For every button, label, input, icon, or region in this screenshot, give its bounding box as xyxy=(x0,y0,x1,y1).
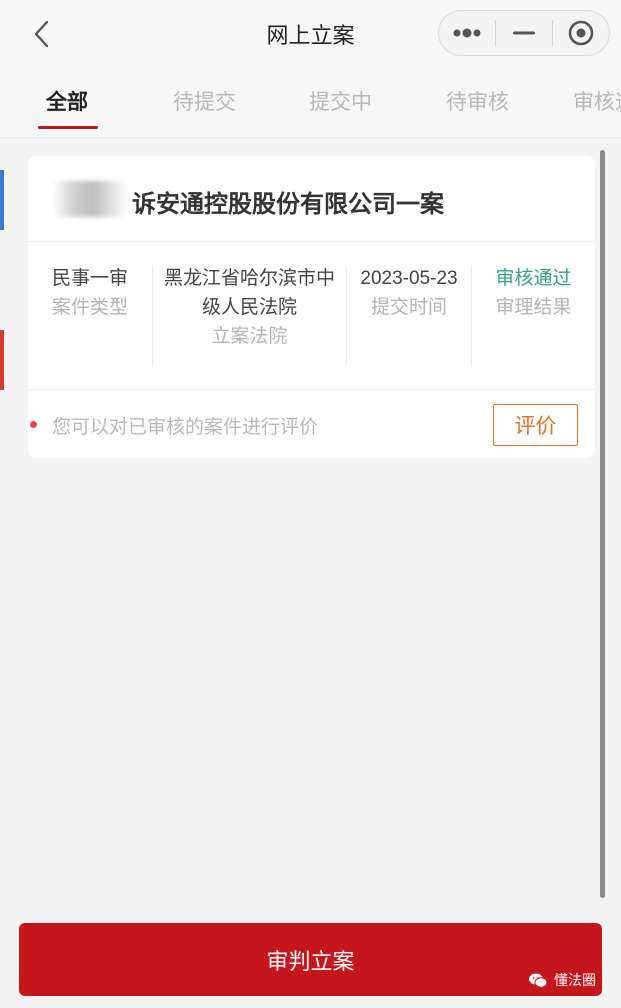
result-value: 审核通过 xyxy=(495,268,572,289)
result-column: 审核通过 审理结果 xyxy=(472,264,595,322)
back-button[interactable] xyxy=(22,14,62,54)
left-edge-strip-red xyxy=(0,330,4,390)
chevron-left-icon xyxy=(34,20,49,48)
case-title: 诉安通控股股份有限公司一案 xyxy=(132,191,444,218)
case-type-column: 民事一审 案件类型 xyxy=(28,264,152,322)
redacted-party-name xyxy=(52,181,128,217)
nav-bar: 网上立案 xyxy=(0,0,621,68)
more-dots-icon xyxy=(453,28,481,38)
minus-icon xyxy=(513,31,535,35)
case-card-header: 诉安通控股股份有限公司一案 xyxy=(28,156,595,242)
court-value-line1: 黑龙江省哈尔滨市中 xyxy=(163,268,335,289)
submit-date-value: 2023-05-23 xyxy=(360,268,458,289)
result-label: 审理结果 xyxy=(495,297,572,318)
case-type-label: 案件类型 xyxy=(51,297,128,318)
rate-button[interactable]: 评价 xyxy=(493,404,578,446)
status-tabs: 全部 待提交 提交中 待审核 审核通过 xyxy=(0,68,621,138)
active-tab-indicator xyxy=(38,126,98,129)
target-circle-icon xyxy=(568,20,594,46)
tab-approved[interactable]: 审核通过 xyxy=(573,86,621,116)
more-button[interactable] xyxy=(439,11,495,55)
submit-date-label: 提交时间 xyxy=(370,297,447,318)
watermark: 懂法圈 xyxy=(528,970,596,990)
tab-pending-submit[interactable]: 待提交 xyxy=(173,86,236,116)
scrollbar[interactable] xyxy=(600,150,605,898)
trial-filing-button[interactable]: 审判立案 xyxy=(19,923,602,996)
left-edge-strip-blue xyxy=(0,170,4,230)
court-column: 黑龙江省哈尔滨市中 级人民法院 立案法院 xyxy=(153,264,346,351)
close-miniprogram-button[interactable] xyxy=(553,11,609,55)
court-label: 立案法院 xyxy=(211,326,288,347)
watermark-text: 懂法圈 xyxy=(554,972,596,988)
case-info-row: 民事一审 案件类型 黑龙江省哈尔滨市中 级人民法院 立案法院 2023-05-2… xyxy=(28,242,595,390)
tab-all[interactable]: 全部 xyxy=(46,86,88,116)
wechat-icon xyxy=(529,973,548,988)
mini-program-capsule xyxy=(438,10,610,56)
tab-pending-review[interactable]: 待审核 xyxy=(446,86,509,116)
tab-submitting[interactable]: 提交中 xyxy=(309,86,372,116)
court-value-line2: 级人民法院 xyxy=(201,297,297,318)
minimize-button[interactable] xyxy=(496,11,552,55)
hint-dot xyxy=(30,421,37,428)
case-card[interactable]: 诉安通控股股份有限公司一案 民事一审 案件类型 黑龙江省哈尔滨市中 级人民法院 … xyxy=(28,156,595,458)
submit-date-column: 2023-05-23 提交时间 xyxy=(347,264,471,322)
case-type-value: 民事一审 xyxy=(51,268,128,289)
rate-hint-text: 您可以对已审核的案件进行评价 xyxy=(52,417,319,438)
